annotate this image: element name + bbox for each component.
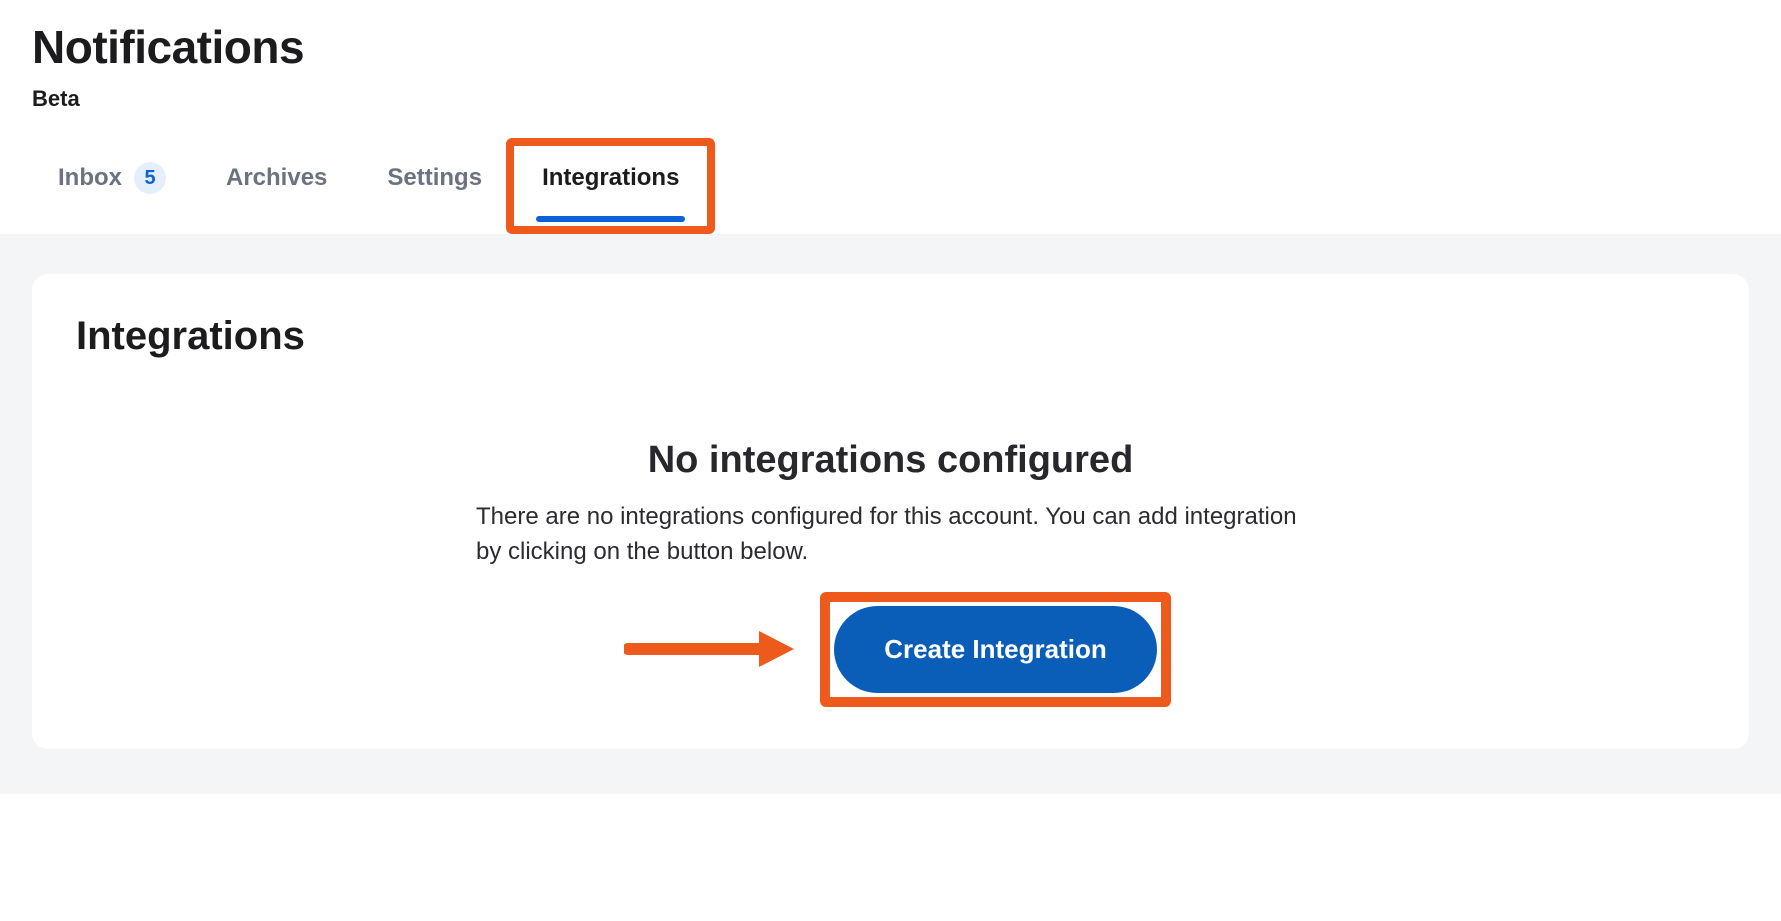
empty-state-title: No integrations configured xyxy=(476,439,1305,482)
cta-wrap: Create Integration xyxy=(834,606,1157,693)
empty-state-description: There are no integrations configured for… xyxy=(476,500,1305,570)
tab-archives-label: Archives xyxy=(226,164,327,192)
tab-inbox-label: Inbox xyxy=(58,164,122,192)
tab-underline xyxy=(536,216,685,222)
tab-integrations[interactable]: Integrations xyxy=(536,152,685,204)
integrations-panel: Integrations No integrations configured … xyxy=(32,274,1749,749)
page-header: Notifications Beta Inbox 5 Archives Sett… xyxy=(0,0,1781,204)
tabs: Inbox 5 Archives Settings Integrations xyxy=(32,152,1749,204)
tab-settings[interactable]: Settings xyxy=(381,152,488,204)
tab-settings-label: Settings xyxy=(387,164,482,192)
empty-state: No integrations configured There are no … xyxy=(76,439,1705,693)
tab-inbox[interactable]: Inbox 5 xyxy=(52,152,172,204)
page-title: Notifications xyxy=(32,20,1749,74)
page-subtitle: Beta xyxy=(32,86,1749,112)
arrow-right-icon xyxy=(624,629,794,669)
inbox-count-badge: 5 xyxy=(134,162,166,194)
content-area: Integrations No integrations configured … xyxy=(0,234,1781,794)
tab-archives[interactable]: Archives xyxy=(220,152,333,204)
panel-title: Integrations xyxy=(76,314,1705,359)
action-row: Create Integration xyxy=(476,606,1305,693)
tab-integrations-label: Integrations xyxy=(542,164,679,192)
create-integration-button[interactable]: Create Integration xyxy=(834,606,1157,693)
